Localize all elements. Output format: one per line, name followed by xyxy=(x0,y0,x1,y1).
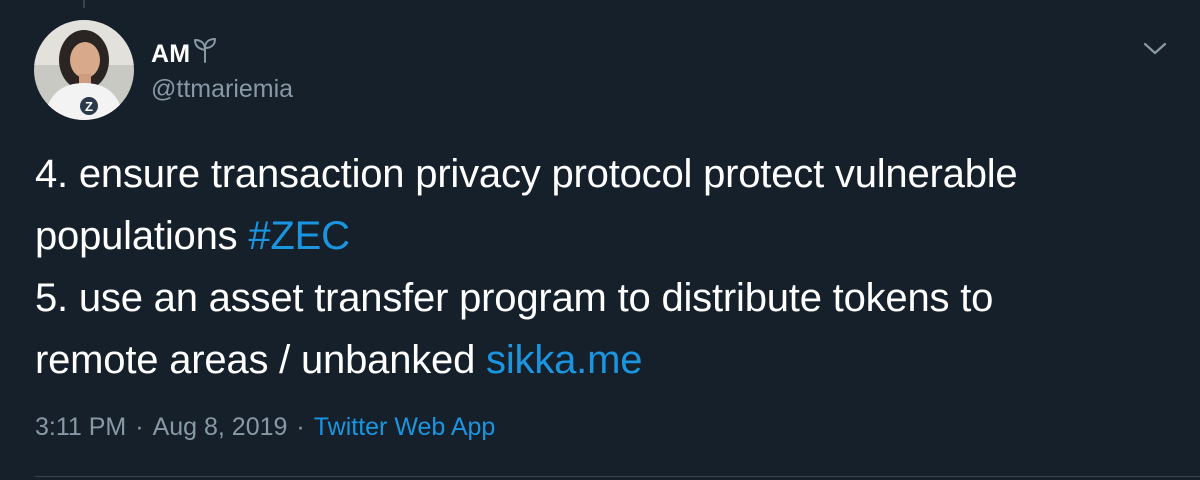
divider xyxy=(35,476,1200,477)
avatar[interactable]: Z xyxy=(34,20,134,120)
meta-separator: · xyxy=(296,413,305,441)
tweet-text-line: remote areas / unbanked sikka.me xyxy=(35,329,1175,391)
tweet-time[interactable]: 3:11 PM xyxy=(35,413,126,441)
tweet-date[interactable]: Aug 8, 2019 xyxy=(153,413,288,441)
tweet-text-segment: 5. use an asset transfer program to dist… xyxy=(35,276,994,320)
tweet-metadata: 3:11 PM · Aug 8, 2019 · Twitter Web App xyxy=(35,413,495,442)
tweet-source-link[interactable]: Twitter Web App xyxy=(314,413,496,441)
chevron-down-icon xyxy=(1143,42,1167,55)
tweet-text-line: populations #ZEC xyxy=(35,205,1175,267)
tweet-text-line: 4. ensure transaction privacy protocol p… xyxy=(35,143,1175,205)
tweet-text: 4. ensure transaction privacy protocol p… xyxy=(35,143,1175,391)
tweet-card: Z AM @ttmariemia 4. ensure transaction p… xyxy=(0,0,1200,480)
hashtag-link[interactable]: #ZEC xyxy=(248,214,350,258)
tweet-text-segment: populations xyxy=(35,214,249,258)
user-handle[interactable]: @ttmariemia xyxy=(151,75,293,104)
tweet-menu-button[interactable] xyxy=(1138,34,1172,64)
tweet-text-segment: remote areas / unbanked xyxy=(35,338,487,382)
sprout-icon xyxy=(193,37,217,68)
tweet-text-line: 5. use an asset transfer program to dist… xyxy=(35,267,1175,329)
meta-separator: · xyxy=(135,413,144,441)
display-name[interactable]: AM xyxy=(151,40,190,69)
author-name-row: AM xyxy=(151,36,217,72)
user-avatar-photo-icon: Z xyxy=(34,20,134,120)
svg-text:Z: Z xyxy=(85,99,93,114)
url-link[interactable]: sikka.me xyxy=(486,338,642,382)
tweet-text-segment: 4. ensure transaction privacy protocol p… xyxy=(35,152,1018,196)
thread-connector xyxy=(83,0,85,8)
